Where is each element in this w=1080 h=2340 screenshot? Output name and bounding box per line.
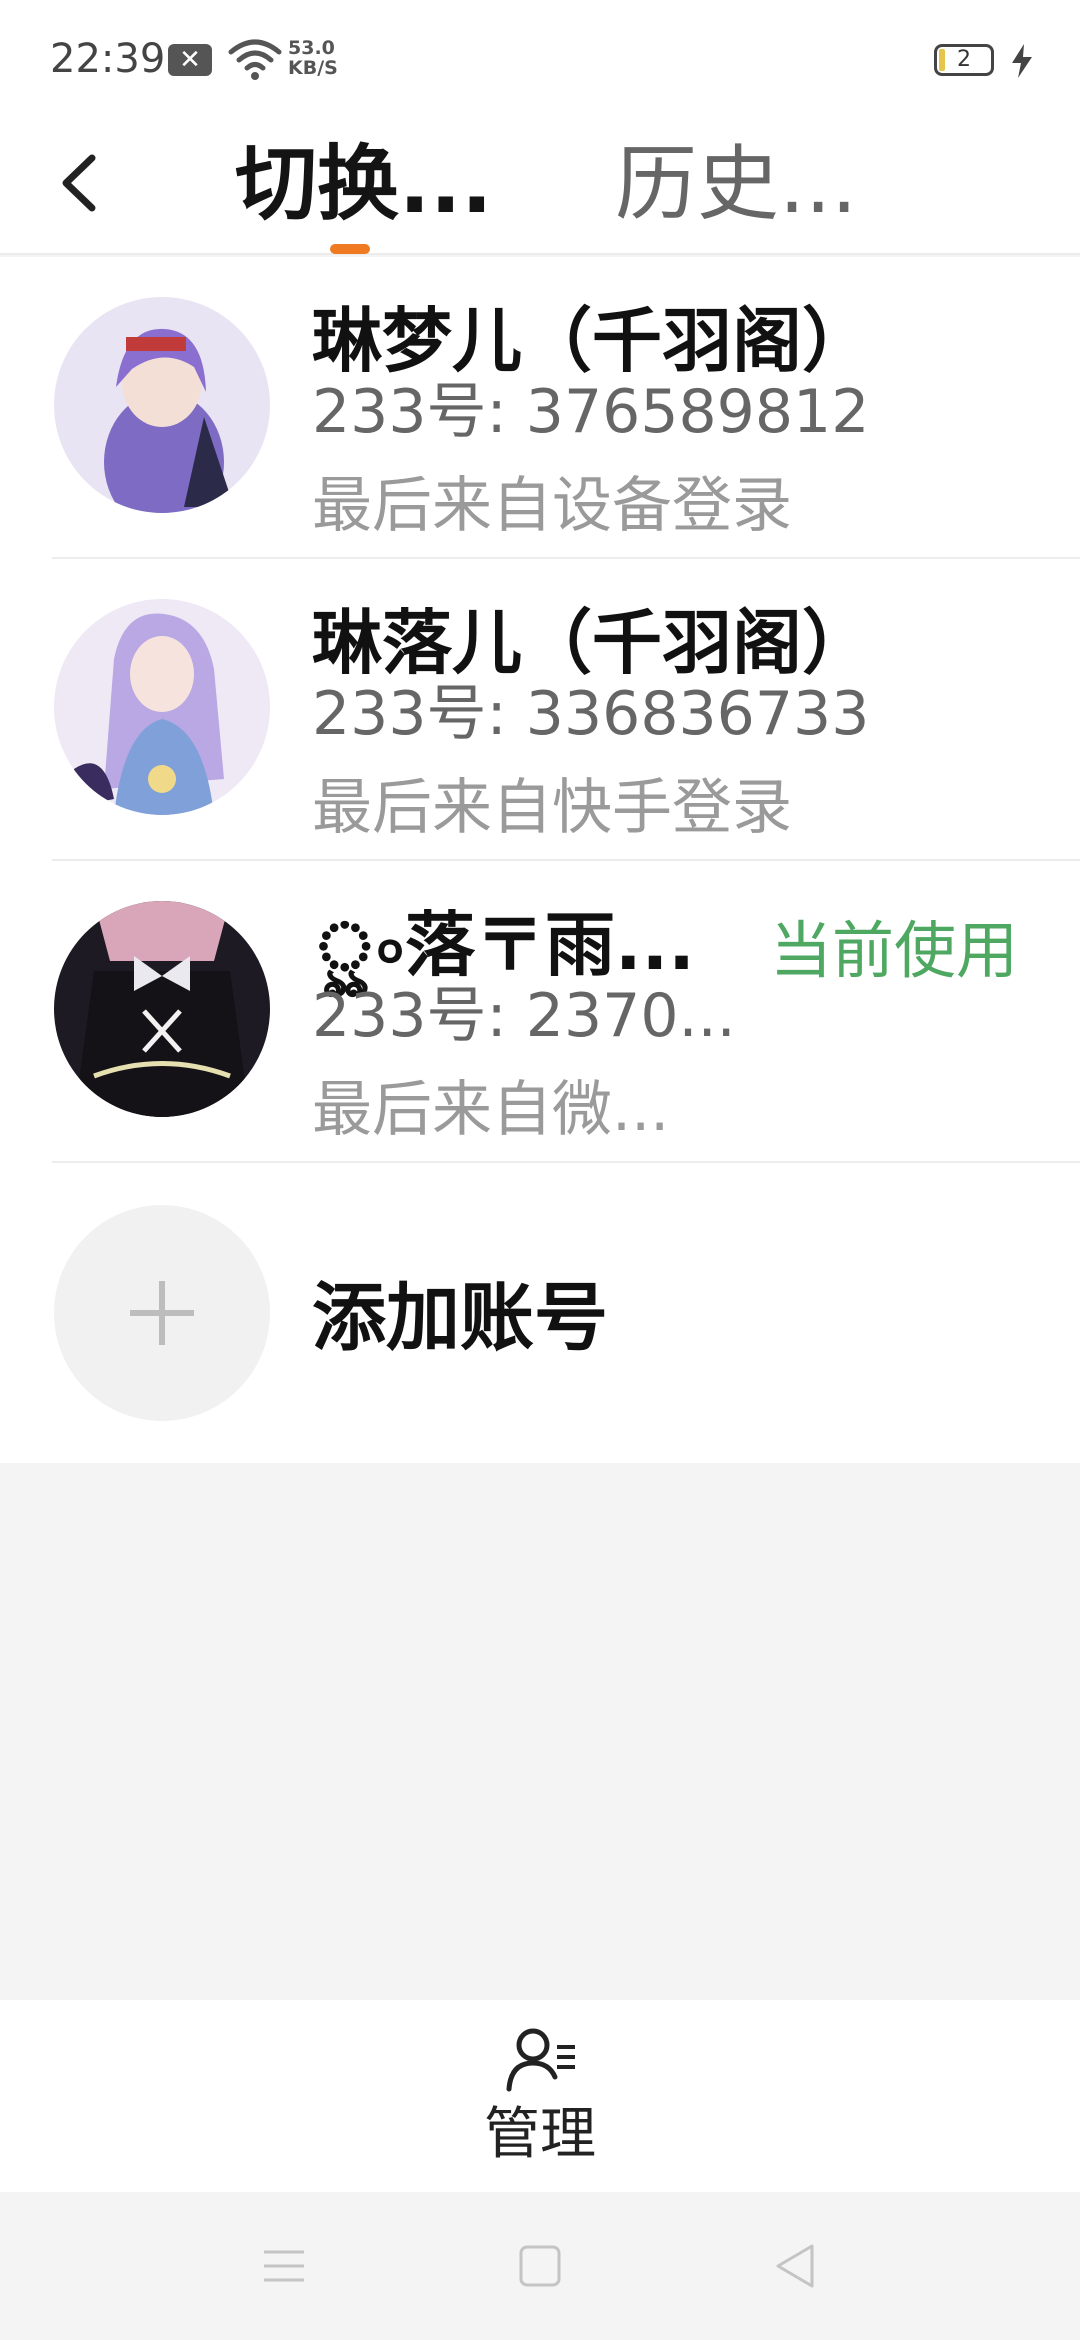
last-login-source: 最后来自微... [312, 1075, 670, 1145]
battery-icon: 2 [934, 44, 994, 76]
back-arrow-icon[interactable] [52, 148, 112, 218]
wifi-icon [228, 39, 282, 80]
charging-bolt-icon [1012, 44, 1032, 78]
account-name: 琳梦儿（千羽阁） [312, 300, 872, 382]
last-login-source: 最后来自快手登录 [312, 773, 792, 843]
avatar [54, 599, 270, 815]
plus-icon[interactable] [54, 1205, 270, 1421]
status-bar: 22:39 ✕ 53.0 KB/S 2 [0, 0, 1080, 110]
status-time: 22:39 [50, 36, 166, 82]
account-name: ৣ৹落〒雨... [312, 904, 695, 986]
system-nav-bar [0, 2192, 1080, 2340]
avatar [54, 901, 270, 1117]
back-triangle-icon[interactable] [770, 2240, 822, 2292]
account-row[interactable]: 琳落儿（千羽阁） 233号: 336836733 最后来自快手登录 [0, 559, 1080, 861]
net-speed-value: 53.0 [288, 37, 335, 59]
avatar [54, 297, 270, 513]
account-name: 琳落儿（千羽阁） [312, 602, 872, 684]
account-uid: 233号: 336836733 [312, 679, 870, 749]
header: 切换... 历史... [0, 110, 1080, 255]
net-speed: 53.0 KB/S [288, 38, 338, 78]
bottom-action-bar: 管理 [0, 2000, 1080, 2192]
active-tab-indicator [330, 244, 370, 254]
menu-icon[interactable] [258, 2240, 310, 2292]
tab-history[interactable]: 历史... [615, 130, 857, 240]
tab-switch-account[interactable]: 切换... [235, 130, 492, 240]
manage-button[interactable]: 管理 [0, 2100, 1080, 2170]
user-manage-icon[interactable] [505, 2025, 577, 2093]
last-login-source: 最后来自设备登录 [312, 471, 792, 541]
account-uid: 233号: 2370... [312, 981, 736, 1051]
current-account-badge: 当前使用 [770, 914, 1019, 987]
account-row-current[interactable]: ৣ৹落〒雨... 233号: 2370... 最后来自微... 当前使用 [0, 861, 1080, 1163]
account-uid: 233号: 376589812 [312, 377, 870, 447]
account-row[interactable]: 琳梦儿（千羽阁） 233号: 376589812 最后来自设备登录 [0, 257, 1080, 559]
account-list: 琳梦儿（千羽阁） 233号: 376589812 最后来自设备登录 琳落儿（千羽… [0, 257, 1080, 1463]
battery-level: 2 [957, 47, 971, 72]
add-account-row[interactable]: 添加账号 [0, 1163, 1080, 1463]
home-square-icon[interactable] [514, 2240, 566, 2292]
close-box-icon: ✕ [168, 44, 212, 76]
net-speed-unit: KB/S [288, 57, 338, 79]
add-account-label: 添加账号 [312, 1275, 608, 1361]
